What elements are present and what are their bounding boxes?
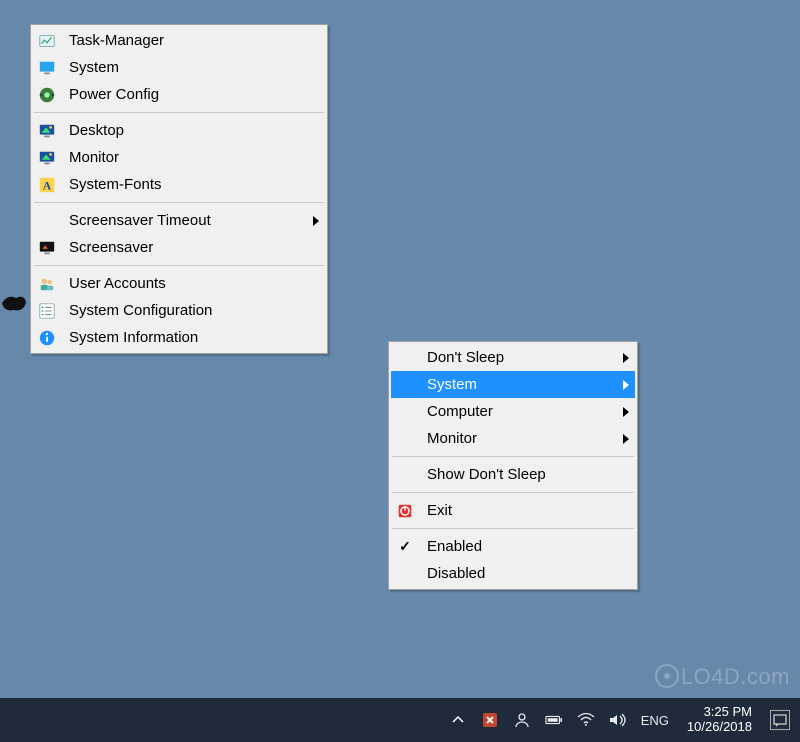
submenu-item-system-configuration[interactable]: System Configuration <box>33 297 325 324</box>
submenu-item-screensaver[interactable]: Screensaver <box>33 234 325 261</box>
taskbar-clock[interactable]: 3:25 PM 10/26/2018 <box>683 705 756 735</box>
power-plug-icon <box>37 85 57 105</box>
menu-item-label: Exit <box>427 502 619 519</box>
blank-icon <box>395 429 415 449</box>
wifi-tray-icon[interactable] <box>577 711 595 729</box>
menu-separator <box>392 492 634 493</box>
dont-sleep-tray-icon[interactable] <box>481 711 499 729</box>
submenu-arrow-icon <box>619 353 629 363</box>
exit-red-icon <box>395 501 415 521</box>
traymenu-item-show-don-t-sleep[interactable]: Show Don't Sleep <box>391 461 635 488</box>
submenu-arrow-icon <box>619 434 629 444</box>
desktop-color-icon <box>37 148 57 168</box>
font-a-icon: A <box>37 175 57 195</box>
submenu-item-power-config[interactable]: Power Config <box>33 81 325 108</box>
submenu-item-system-information[interactable]: System Information <box>33 324 325 351</box>
menu-item-label: Desktop <box>69 122 309 139</box>
menu-item-label: Monitor <box>69 149 309 166</box>
screensaver-icon <box>37 238 57 258</box>
traymenu-item-computer[interactable]: Computer <box>391 398 635 425</box>
cursor-graphic <box>0 292 28 314</box>
menu-item-label: System <box>427 376 619 393</box>
menu-item-label: Enabled <box>427 538 619 555</box>
battery-tray-icon[interactable] <box>545 711 563 729</box>
blank-icon <box>395 348 415 368</box>
svg-text:A: A <box>43 179 52 192</box>
menu-item-label: Don't Sleep <box>427 349 619 366</box>
taskbar: ENG 3:25 PM 10/26/2018 <box>0 698 800 742</box>
traymenu-item-system[interactable]: System <box>391 371 635 398</box>
tray-overflow-chevron-icon[interactable] <box>449 711 467 729</box>
menu-item-label: Computer <box>427 403 619 420</box>
blank-icon <box>395 465 415 485</box>
clock-date: 10/26/2018 <box>687 720 752 735</box>
language-indicator[interactable]: ENG <box>641 711 669 729</box>
watermark: LO4D.com <box>655 664 790 690</box>
menu-item-label: Screensaver Timeout <box>69 212 309 229</box>
desktop-color-icon <box>37 121 57 141</box>
submenu-item-screensaver-timeout[interactable]: Screensaver Timeout <box>33 207 325 234</box>
menu-item-label: System Configuration <box>69 302 309 319</box>
menu-item-label: System Information <box>69 329 309 346</box>
menu-item-label: Show Don't Sleep <box>427 466 619 483</box>
menu-separator <box>34 202 324 203</box>
menu-item-label: System <box>69 59 309 76</box>
system-tray: ENG 3:25 PM 10/26/2018 <box>439 705 800 735</box>
users-icon <box>37 274 57 294</box>
menu-item-label: User Accounts <box>69 275 309 292</box>
monitor-blue-icon <box>37 58 57 78</box>
check-icon <box>395 537 415 557</box>
blank-icon <box>395 375 415 395</box>
submenu-item-system-fonts[interactable]: A System-Fonts <box>33 171 325 198</box>
traymenu-item-don-t-sleep[interactable]: Don't Sleep <box>391 344 635 371</box>
menu-separator <box>392 528 634 529</box>
taskmgr-icon <box>37 31 57 51</box>
traymenu-item-monitor[interactable]: Monitor <box>391 425 635 452</box>
menu-item-label: System-Fonts <box>69 176 309 193</box>
blank-icon <box>395 564 415 584</box>
submenu-item-system[interactable]: System <box>33 54 325 81</box>
submenu-arrow-icon <box>619 407 629 417</box>
menu-item-label: Disabled <box>427 565 619 582</box>
tray-context-menu: Don't Sleep System Computer Monitor Show Don… <box>388 341 638 590</box>
clock-time: 3:25 PM <box>704 705 752 720</box>
submenu-arrow-icon <box>309 216 319 226</box>
people-tray-icon[interactable] <box>513 711 531 729</box>
blank-icon <box>37 211 57 231</box>
menu-separator <box>392 456 634 457</box>
menu-item-label: Task-Manager <box>69 32 309 49</box>
action-center-icon[interactable] <box>770 710 790 730</box>
submenu-item-desktop[interactable]: Desktop <box>33 117 325 144</box>
traymenu-item-exit[interactable]: Exit <box>391 497 635 524</box>
submenu-item-user-accounts[interactable]: User Accounts <box>33 270 325 297</box>
menu-separator <box>34 112 324 113</box>
checklist-icon <box>37 301 57 321</box>
submenu-item-monitor[interactable]: Monitor <box>33 144 325 171</box>
info-blue-icon <box>37 328 57 348</box>
submenu-item-task-manager[interactable]: Task-Manager <box>33 27 325 54</box>
traymenu-item-enabled[interactable]: Enabled <box>391 533 635 560</box>
volume-tray-icon[interactable] <box>609 711 627 729</box>
menu-item-label: Monitor <box>427 430 619 447</box>
menu-separator <box>34 265 324 266</box>
menu-item-label: Screensaver <box>69 239 309 256</box>
blank-icon <box>395 402 415 422</box>
submenu-arrow-icon <box>619 380 629 390</box>
system-submenu: Task-Manager System Power Config Desktop Mon… <box>30 24 328 354</box>
desktop-background: Task-Manager System Power Config Desktop Mon… <box>0 0 800 742</box>
traymenu-item-disabled[interactable]: Disabled <box>391 560 635 587</box>
menu-item-label: Power Config <box>69 86 309 103</box>
